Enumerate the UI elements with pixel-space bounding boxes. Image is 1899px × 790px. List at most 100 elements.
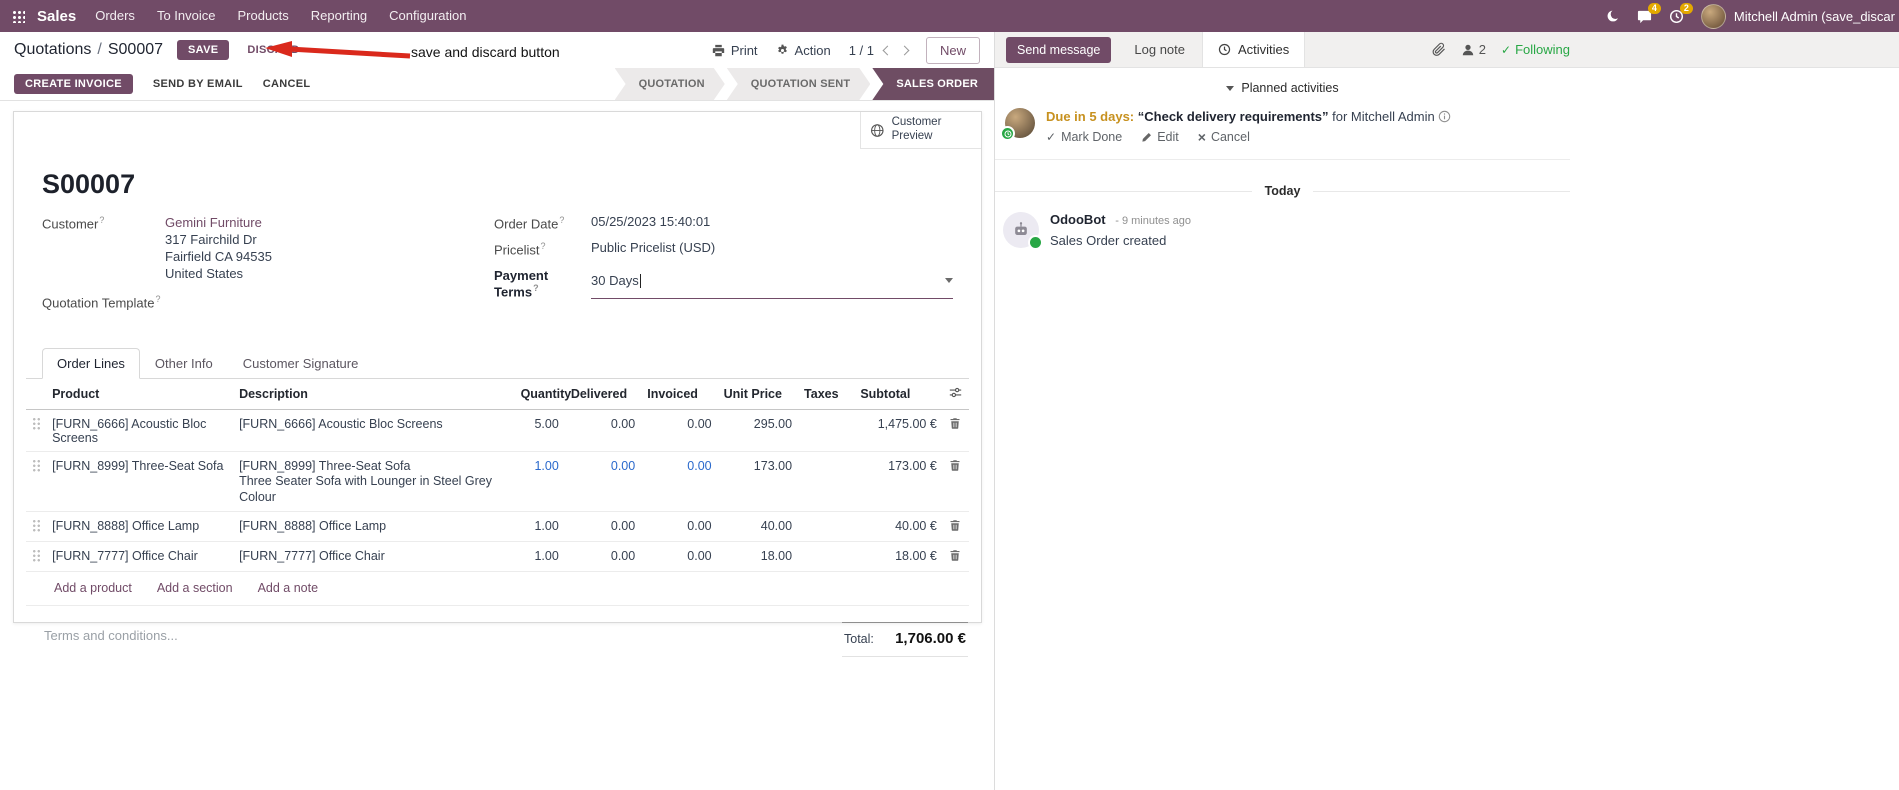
info-icon[interactable] [1438, 110, 1451, 123]
col-header-unit-price[interactable]: Unit Price [717, 379, 799, 411]
cell-product[interactable]: [FURN_6666] Acoustic Bloc Screens [46, 409, 234, 453]
cell-invoiced[interactable]: 0.00 [641, 409, 718, 453]
cell-unit-price[interactable]: 173.00 [717, 451, 799, 513]
cell-product[interactable]: [FURN_7777] Office Chair [46, 541, 234, 573]
mark-done-button[interactable]: ✓ Mark Done [1046, 130, 1122, 144]
order-line-row[interactable]: [FURN_6666] Acoustic Bloc Screens [FURN_… [26, 409, 969, 453]
statusbar-step-quotation-sent[interactable]: QUOTATION SENT [727, 68, 871, 100]
cell-delivered[interactable]: 0.00 [564, 511, 642, 543]
message-author[interactable]: OdooBot [1050, 212, 1106, 227]
tab-order-lines[interactable]: Order Lines [42, 348, 140, 380]
cell-description[interactable]: [FURN_6666] Acoustic Bloc Screens [233, 409, 515, 453]
cell-taxes[interactable] [798, 409, 855, 453]
log-note-button[interactable]: Log note [1126, 36, 1193, 63]
breadcrumb-quotations[interactable]: Quotations [14, 41, 91, 59]
cell-delivered[interactable]: 0.00 [564, 541, 642, 573]
cell-quantity[interactable]: 1.00 [514, 451, 565, 513]
cell-invoiced[interactable]: 0.00 [641, 511, 718, 543]
app-name[interactable]: Sales [35, 8, 84, 25]
order-line-row[interactable]: [FURN_8888] Office Lamp [FURN_8888] Offi… [26, 511, 969, 543]
order-date-field[interactable]: 05/25/2023 15:40:01 [591, 214, 710, 231]
col-header-taxes[interactable]: Taxes [798, 379, 855, 411]
cell-description[interactable]: [FURN_8999] Three-Seat Sofa Three Seater … [233, 451, 515, 513]
pager-value: 1 / 1 [848, 42, 874, 58]
cell-taxes[interactable] [798, 541, 855, 573]
dark-mode-toggle[interactable] [1606, 9, 1620, 23]
col-header-product[interactable]: Product [46, 379, 234, 411]
drag-handle-icon[interactable] [32, 459, 41, 473]
send-by-email-button[interactable]: SEND BY EMAIL [153, 78, 243, 90]
menu-orders[interactable]: Orders [84, 0, 146, 32]
cell-delivered[interactable]: 0.00 [564, 409, 642, 453]
pager-next-button[interactable] [899, 45, 910, 55]
add-note-link[interactable]: Add a note [258, 581, 318, 595]
delete-line-icon[interactable] [949, 459, 961, 472]
followers-button[interactable]: 2 [1461, 42, 1486, 57]
drag-handle-icon[interactable] [32, 417, 41, 431]
customer-preview-button[interactable]: Customer Preview [860, 112, 981, 149]
new-button[interactable]: New [925, 36, 980, 64]
pricelist-field[interactable]: Public Pricelist (USD) [591, 240, 715, 257]
payment-terms-input[interactable]: 30 Days [591, 267, 953, 299]
dropdown-caret-icon[interactable] [945, 278, 953, 284]
col-header-description[interactable]: Description [233, 379, 515, 411]
cell-invoiced[interactable]: 0.00 [641, 541, 718, 573]
drag-handle-icon[interactable] [32, 549, 41, 563]
order-line-row[interactable]: [FURN_8999] Three-Seat Sofa [FURN_8999] … [26, 451, 969, 513]
tab-customer-signature[interactable]: Customer Signature [228, 348, 374, 378]
cell-description[interactable]: [FURN_8888] Office Lamp [233, 511, 515, 543]
tab-activities[interactable]: Activities [1202, 32, 1306, 67]
order-line-row[interactable]: [FURN_7777] Office Chair [FURN_7777] Off… [26, 541, 969, 573]
statusbar-step-sales-order[interactable]: SALES ORDER [872, 68, 994, 100]
cancel-activity-button[interactable]: × Cancel [1198, 130, 1250, 144]
cell-delivered[interactable]: 0.00 [564, 451, 642, 513]
statusbar-step-quotation[interactable]: QUOTATION [615, 68, 725, 100]
user-menu[interactable]: Mitchell Admin (save_discar [1700, 3, 1895, 29]
cell-quantity[interactable]: 1.00 [514, 541, 565, 573]
delete-line-icon[interactable] [949, 519, 961, 532]
customer-name-link[interactable]: Gemini Furniture [165, 214, 272, 231]
cell-unit-price[interactable]: 18.00 [717, 541, 799, 573]
delete-line-icon[interactable] [949, 549, 961, 562]
optional-columns-icon[interactable] [949, 386, 962, 399]
cell-product[interactable]: [FURN_8999] Three-Seat Sofa [46, 451, 234, 513]
send-message-button[interactable]: Send message [1006, 36, 1112, 63]
edit-activity-button[interactable]: Edit [1141, 130, 1179, 144]
create-invoice-button[interactable]: CREATE INVOICE [14, 74, 133, 94]
cell-unit-price[interactable]: 40.00 [717, 511, 799, 543]
cell-invoiced[interactable]: 0.00 [641, 451, 718, 513]
menu-reporting[interactable]: Reporting [300, 0, 378, 32]
col-header-subtotal[interactable]: Subtotal [854, 379, 943, 411]
cell-product[interactable]: [FURN_8888] Office Lamp [46, 511, 234, 543]
apps-menu-button[interactable] [2, 9, 35, 23]
action-button[interactable]: Action [776, 43, 831, 58]
terms-placeholder[interactable]: Terms and conditions... [44, 622, 178, 657]
cell-description[interactable]: [FURN_7777] Office Chair [233, 541, 515, 573]
menu-configuration[interactable]: Configuration [378, 0, 477, 32]
discard-button[interactable]: DISCARD [241, 40, 305, 60]
col-header-quantity[interactable]: Quantity [514, 379, 571, 411]
add-section-link[interactable]: Add a section [157, 581, 233, 595]
save-button[interactable]: SAVE [177, 40, 230, 60]
activities-systray-button[interactable]: 2 [1669, 2, 1693, 24]
messages-button[interactable]: 4 [1637, 2, 1661, 24]
cell-quantity[interactable]: 5.00 [514, 409, 565, 453]
planned-activities-header[interactable]: Planned activities [995, 81, 1570, 95]
drag-handle-icon[interactable] [32, 519, 41, 533]
pager-previous-button[interactable] [882, 45, 893, 55]
cell-quantity[interactable]: 1.00 [514, 511, 565, 543]
menu-products[interactable]: Products [226, 0, 299, 32]
cancel-button[interactable]: CANCEL [263, 78, 311, 90]
cell-taxes[interactable] [798, 511, 855, 543]
cell-unit-price[interactable]: 295.00 [717, 409, 799, 453]
attach-files-button[interactable] [1432, 42, 1446, 57]
col-header-delivered[interactable]: Delivered [564, 379, 642, 411]
menu-to-invoice[interactable]: To Invoice [146, 0, 227, 32]
tab-other-info[interactable]: Other Info [140, 348, 228, 378]
print-button[interactable]: Print [712, 43, 758, 58]
delete-line-icon[interactable] [949, 417, 961, 430]
col-header-invoiced[interactable]: Invoiced [641, 379, 718, 411]
cell-taxes[interactable] [798, 451, 855, 513]
following-button[interactable]: ✓ Following [1501, 42, 1570, 57]
add-product-link[interactable]: Add a product [54, 581, 132, 595]
